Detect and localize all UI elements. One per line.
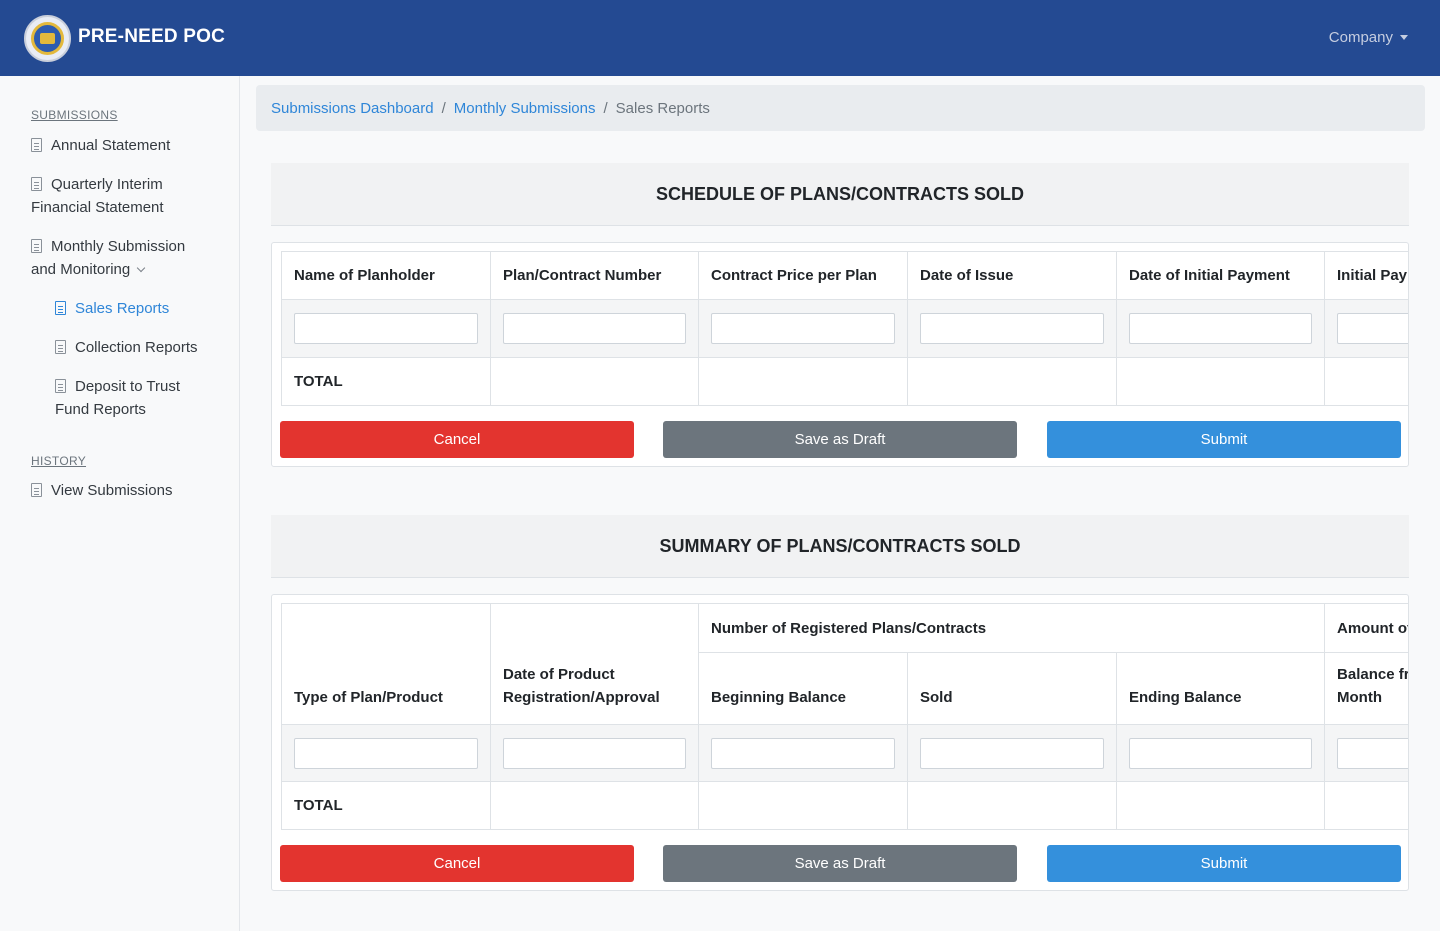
initial-payment-input[interactable] xyxy=(1337,313,1408,344)
plan-type-input[interactable] xyxy=(294,737,478,769)
breadcrumb-monthly-submissions[interactable]: Monthly Submissions xyxy=(454,100,596,117)
schedule-section-title: SCHEDULE OF PLANS/CONTRACTS SOLD xyxy=(271,163,1409,226)
breadcrumb-separator: / xyxy=(441,99,446,117)
beginning-balance-input[interactable] xyxy=(711,737,895,769)
column-header-beginning-balance: Beginning Balance xyxy=(698,652,908,725)
date-of-issue-input[interactable] xyxy=(920,313,1104,344)
caret-down-icon xyxy=(1400,35,1408,40)
sidebar: SUBMISSIONS Annual Statement Quarterly I… xyxy=(0,76,240,931)
schedule-cancel-button[interactable]: Cancel xyxy=(280,421,634,458)
group-header-registered-plans: Number of Registered Plans/Contracts xyxy=(697,603,1326,653)
breadcrumb-separator: / xyxy=(603,99,608,117)
document-icon xyxy=(31,239,42,253)
chevron-down-icon xyxy=(136,263,146,273)
product-registration-date-input[interactable] xyxy=(503,737,686,769)
document-icon xyxy=(31,177,42,191)
contract-number-input[interactable] xyxy=(503,313,686,344)
sidebar-item-collection-reports[interactable]: Collection Reports xyxy=(55,336,198,359)
top-navbar: PRE-NEED POC Company xyxy=(0,0,1440,76)
summary-card: Type of Plan/Product Date of Product Regi… xyxy=(271,594,1409,891)
summary-section-title: SUMMARY OF PLANS/CONTRACTS SOLD xyxy=(271,515,1409,578)
column-header-sold: Sold xyxy=(907,652,1117,725)
total-label: TOTAL xyxy=(281,781,491,830)
balance-from-month-input[interactable] xyxy=(1337,737,1408,769)
breadcrumb-submissions-dashboard[interactable]: Submissions Dashboard xyxy=(271,100,434,117)
agency-seal-logo xyxy=(24,15,71,62)
company-dropdown[interactable]: Company xyxy=(1329,29,1408,46)
company-dropdown-label: Company xyxy=(1328,29,1393,46)
sidebar-heading-submissions: SUBMISSIONS xyxy=(31,108,118,122)
document-icon xyxy=(55,301,66,315)
brand-title[interactable]: PRE-NEED POC xyxy=(78,26,225,48)
total-row: TOTAL xyxy=(281,357,1408,406)
document-icon xyxy=(55,379,66,393)
schedule-card: Name of Planholder Plan/Contract Number … xyxy=(271,242,1409,467)
column-header-date-initial-payment: Date of Initial Payment xyxy=(1116,251,1325,300)
document-icon xyxy=(31,138,42,152)
column-header-planholder-name: Name of Planholder xyxy=(281,251,491,300)
sidebar-item-annual-statement[interactable]: Annual Statement xyxy=(31,134,170,157)
summary-table: Type of Plan/Product Date of Product Regi… xyxy=(281,603,1408,830)
sidebar-item-deposit-trust-fund[interactable]: Deposit to Trust Fund Reports xyxy=(55,375,180,421)
summary-save-draft-button[interactable]: Save as Draft xyxy=(663,845,1017,882)
document-icon xyxy=(31,483,42,497)
group-header-amount: Amount of xyxy=(1324,603,1408,653)
breadcrumb-current-page: Sales Reports xyxy=(615,99,710,117)
column-header-initial-payment: Initial Payment xyxy=(1324,251,1408,300)
summary-cancel-button[interactable]: Cancel xyxy=(280,845,634,882)
column-header-ending-balance: Ending Balance xyxy=(1115,652,1326,725)
planholder-name-input[interactable] xyxy=(294,313,478,344)
sidebar-item-sales-reports[interactable]: Sales Reports xyxy=(55,297,169,320)
table-row xyxy=(281,299,1408,358)
sidebar-item-view-submissions[interactable]: View Submissions xyxy=(31,479,172,502)
summary-table-wrapper[interactable]: Type of Plan/Product Date of Product Regi… xyxy=(281,603,1408,830)
schedule-submit-button[interactable]: Submit xyxy=(1047,421,1401,458)
breadcrumb: Submissions Dashboard / Monthly Submissi… xyxy=(256,85,1425,131)
column-header-balance-from-month: Balance fromMonth xyxy=(1324,652,1408,725)
ending-balance-input[interactable] xyxy=(1129,737,1313,769)
schedule-table: Name of Planholder Plan/Contract Number … xyxy=(281,251,1408,406)
sidebar-item-quarterly-interim[interactable]: Quarterly Interim Financial Statement xyxy=(31,173,164,219)
column-header-product-registration-date: Date of Product Registration/Approval xyxy=(490,603,699,725)
sidebar-heading-history: HISTORY xyxy=(31,454,87,468)
sidebar-item-monthly-submission[interactable]: Monthly Submission and Monitoring xyxy=(31,235,185,281)
column-header-date-of-issue: Date of Issue xyxy=(907,251,1117,300)
total-row: TOTAL xyxy=(281,781,1408,830)
summary-submit-button[interactable]: Submit xyxy=(1047,845,1401,882)
column-header-contract-number: Plan/Contract Number xyxy=(490,251,699,300)
column-header-plan-type: Type of Plan/Product xyxy=(281,603,491,725)
sold-input[interactable] xyxy=(920,737,1104,769)
table-row xyxy=(281,724,1408,782)
date-initial-payment-input[interactable] xyxy=(1129,313,1312,344)
schedule-table-wrapper[interactable]: Name of Planholder Plan/Contract Number … xyxy=(281,251,1408,406)
total-label: TOTAL xyxy=(281,357,491,406)
document-icon xyxy=(55,340,66,354)
schedule-save-draft-button[interactable]: Save as Draft xyxy=(663,421,1017,458)
contract-price-input[interactable] xyxy=(711,313,895,344)
column-header-contract-price: Contract Price per Plan xyxy=(698,251,908,300)
